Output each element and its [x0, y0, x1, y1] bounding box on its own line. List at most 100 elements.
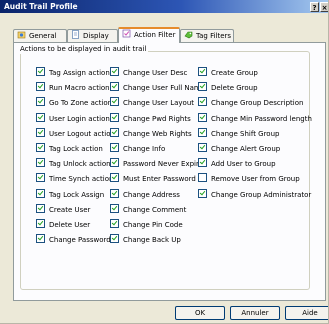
action-checkbox[interactable] — [198, 158, 207, 168]
action-checkbox[interactable] — [110, 143, 119, 152]
action-checkbox[interactable] — [110, 82, 119, 92]
action-checkbox[interactable] — [36, 173, 45, 183]
action-checkbox-label: Change User Layout — [123, 99, 195, 108]
action-checkbox[interactable] — [110, 188, 119, 198]
tab-action-filter[interactable]: Action Filter — [118, 27, 180, 43]
action-checkbox[interactable] — [36, 82, 45, 92]
action-checkbox-row[interactable]: Tag Assign action — [36, 67, 110, 77]
action-checkbox[interactable] — [36, 67, 45, 76]
action-checkbox-row[interactable]: Change Alert Group — [198, 143, 280, 153]
action-checkbox-row[interactable]: User Logout action — [36, 127, 115, 138]
action-checkbox-row[interactable]: Change Group Description — [198, 97, 303, 107]
action-checkbox[interactable] — [110, 97, 119, 107]
action-checkbox[interactable] — [198, 127, 207, 137]
action-checkbox-label: Create Group — [211, 69, 258, 77]
action-checkbox-row[interactable]: Change User Desc — [110, 67, 187, 77]
action-checkbox[interactable] — [198, 67, 207, 76]
window-title: Audit Trail Profile — [4, 2, 78, 11]
action-checkbox-row[interactable]: Create Group — [198, 67, 258, 77]
title-bar-buttons: ? × — [309, 1, 328, 12]
help-button[interactable]: Aide — [285, 306, 328, 320]
action-checkbox-row[interactable]: Remove User from Group — [198, 173, 300, 183]
action-checkbox-row[interactable]: Add User to Group — [198, 158, 276, 168]
action-checkbox-label: Delete Group — [211, 84, 258, 93]
close-title-button[interactable]: × — [320, 2, 328, 12]
action-checkbox[interactable] — [36, 143, 45, 152]
action-checkbox-label: Change Info — [123, 145, 166, 153]
action-checkbox-row[interactable]: Change Pin Code — [110, 219, 183, 229]
action-checkbox-row[interactable]: Password Never Expire — [110, 158, 203, 168]
action-checkbox-row[interactable]: Run Macro action — [36, 82, 110, 92]
action-checkbox[interactable] — [198, 112, 207, 122]
action-checkbox[interactable] — [110, 234, 119, 244]
action-filter-panel — [13, 42, 326, 301]
ok-button[interactable]: OK — [175, 306, 225, 320]
action-checkbox-label: Tag Lock Assign — [49, 190, 105, 199]
action-checkbox[interactable] — [110, 173, 119, 183]
action-checkbox[interactable] — [36, 127, 45, 137]
action-checkbox[interactable] — [198, 143, 207, 152]
action-checkbox-label: Change Group Administrator — [211, 190, 312, 199]
action-checkbox-label: Change Web Rights — [123, 129, 192, 138]
action-checkbox-row[interactable]: Create User — [36, 203, 90, 214]
action-checkbox[interactable] — [36, 234, 45, 244]
action-checkbox-row[interactable]: Time Synch action — [36, 173, 113, 183]
action-checkbox-row[interactable]: Change User Layout — [110, 97, 194, 107]
action-checkbox[interactable] — [198, 188, 207, 198]
action-checkbox[interactable] — [198, 82, 207, 92]
action-checkbox-row[interactable]: Change Back Up — [110, 234, 181, 244]
action-checkbox[interactable] — [110, 219, 119, 228]
action-checkbox-label: Change Shift Group — [211, 129, 280, 138]
tab-display-label: Display — [83, 32, 109, 40]
action-checkbox-label: Tag Assign action — [49, 69, 110, 77]
dialog-window: Audit Trail Profile ? × General Display A… — [0, 0, 329, 324]
action-checkbox-row[interactable]: Change Password — [36, 234, 111, 244]
action-checkbox[interactable] — [36, 203, 45, 213]
action-checkbox-label: Change Password — [49, 236, 111, 245]
action-checkbox-row[interactable]: Delete Group — [198, 82, 258, 92]
action-checkbox-row[interactable]: Change Info — [110, 143, 165, 153]
action-checkbox-label: Must Enter Password — [123, 175, 196, 184]
action-checkbox[interactable] — [110, 127, 119, 137]
action-checkbox-row[interactable]: Change Web Rights — [110, 127, 192, 138]
tab-display[interactable]: Display — [67, 29, 118, 42]
action-checkbox[interactable] — [110, 67, 119, 76]
action-checkbox[interactable] — [198, 97, 207, 107]
action-checkbox-row[interactable]: Tag Lock Assign — [36, 188, 105, 199]
action-checkbox-row[interactable]: Change Comment — [110, 203, 186, 214]
action-checkbox-row[interactable]: Change Min Password length — [198, 112, 312, 123]
action-checkbox[interactable] — [110, 158, 119, 168]
action-checkbox-label: User Logout action — [49, 129, 115, 138]
help-title-button[interactable]: ? — [310, 2, 319, 12]
action-checkbox-row[interactable]: User Login action — [36, 112, 110, 123]
action-checkbox-row[interactable]: Must Enter Password — [110, 173, 196, 183]
action-checkbox-row[interactable]: Go To Zone action — [36, 97, 112, 107]
action-checkbox-row[interactable]: Tag Lock action — [36, 143, 103, 153]
tab-general[interactable]: General — [13, 29, 67, 42]
action-checkbox-label: Change User Desc — [123, 69, 188, 77]
tab-tag-filters-label: Tag Filters — [196, 32, 232, 40]
action-checkbox-row[interactable]: Delete User — [36, 219, 90, 229]
action-checkbox-row[interactable]: Change Shift Group — [198, 127, 280, 138]
action-checkbox-label: Go To Zone action — [49, 99, 113, 108]
action-checkbox-row[interactable]: Tag Unlock action — [36, 158, 111, 168]
action-checkbox[interactable] — [36, 112, 45, 122]
action-checkbox[interactable] — [36, 97, 45, 107]
action-checkbox-label: Run Macro action — [49, 84, 110, 93]
action-checkbox[interactable] — [110, 203, 119, 213]
action-checkbox-label: Add User to Group — [211, 160, 276, 169]
action-checkbox-label: Password Never Expire — [123, 160, 204, 169]
general-icon — [17, 31, 26, 39]
tab-tag-filters[interactable]: Tag Filters — [180, 29, 234, 42]
action-checkbox-row[interactable]: Change Pwd Rights — [110, 112, 191, 123]
action-checkbox[interactable] — [110, 112, 119, 122]
action-checkbox-row[interactable]: Change Address — [110, 188, 180, 199]
action-checkbox[interactable] — [36, 219, 45, 228]
action-checkbox[interactable] — [36, 158, 45, 168]
action-checkbox-label: Change Group Description — [211, 99, 304, 108]
cancel-button[interactable]: Annuler — [230, 306, 280, 320]
action-checkbox[interactable] — [36, 188, 45, 198]
action-checkbox-row[interactable]: Change User Full Name — [110, 82, 205, 92]
action-checkbox[interactable] — [198, 173, 207, 183]
action-checkbox-row[interactable]: Change Group Administrator — [198, 188, 312, 199]
